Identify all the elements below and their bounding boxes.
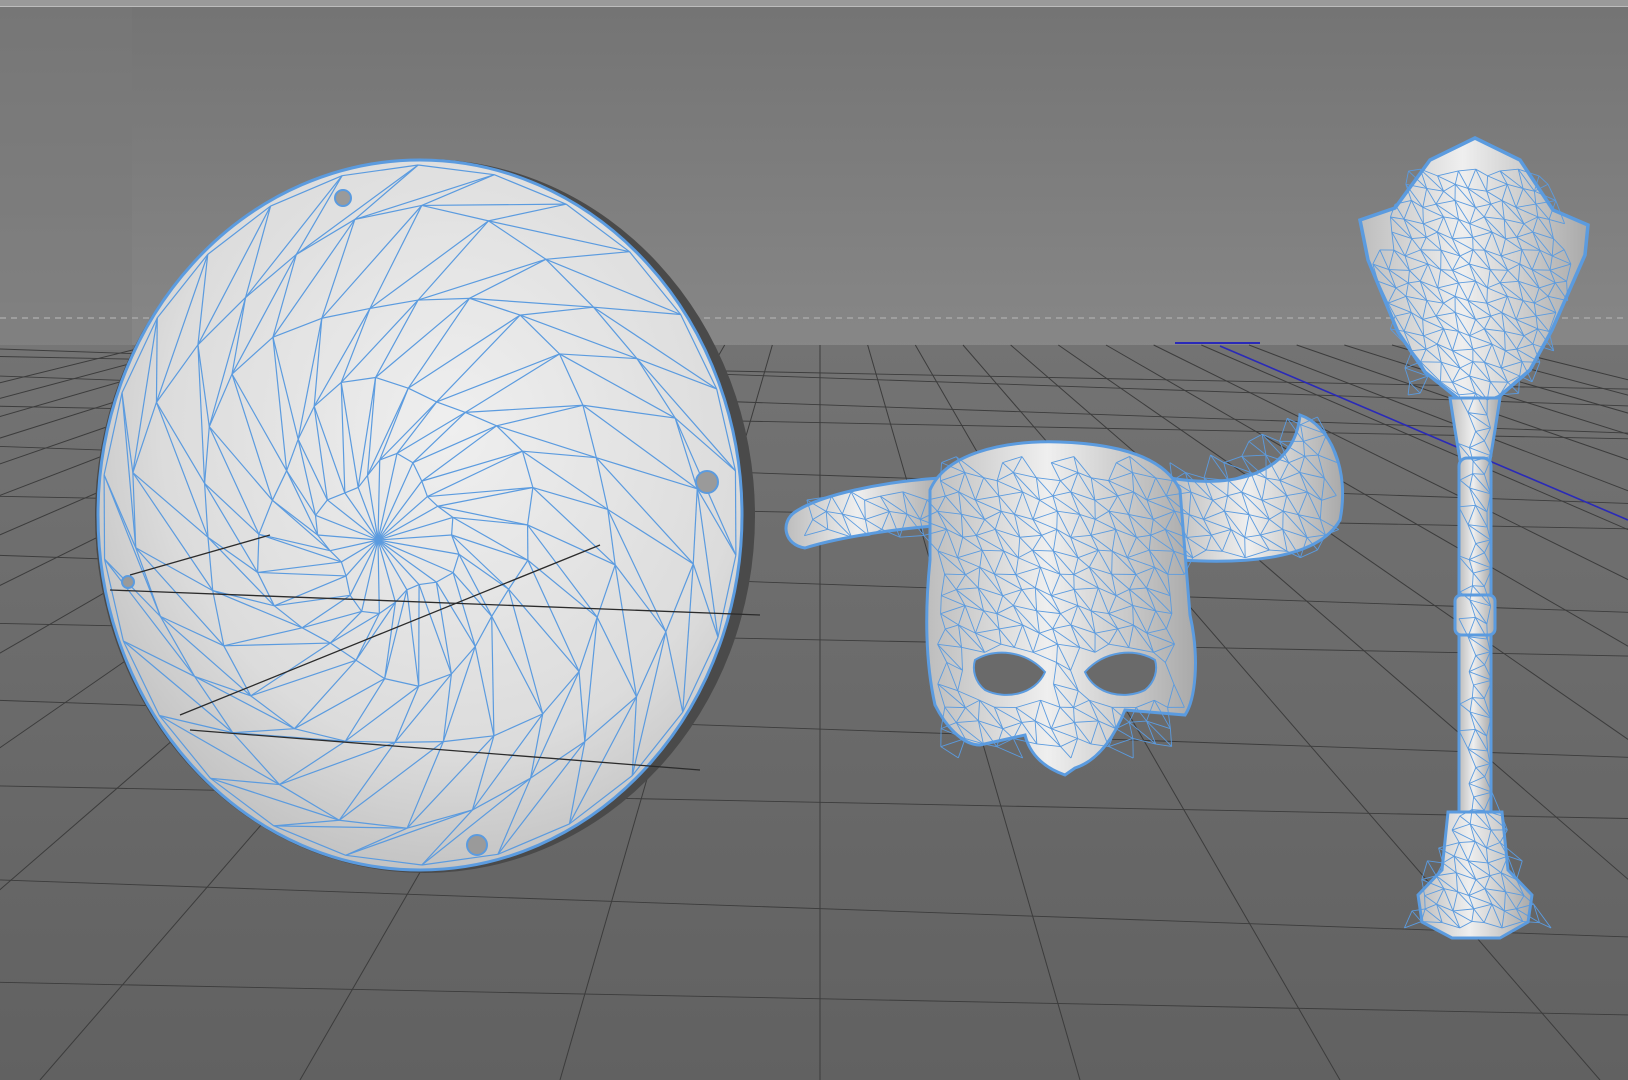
helmet-wire-edge — [944, 706, 966, 709]
shield-wire-edge — [394, 741, 444, 743]
mace-wire-edge — [1521, 249, 1540, 251]
mace-wire-edge — [1440, 381, 1453, 383]
3d-viewport[interactable] — [0, 0, 1628, 1080]
mace-wire-edge — [1490, 269, 1508, 271]
mace-wire-edge — [1522, 361, 1540, 363]
mace-wire-edge — [1486, 623, 1488, 640]
mace-wire-edge — [1424, 895, 1426, 909]
helmet-wire-edge — [982, 549, 1004, 552]
shield-surface — [96, 158, 744, 872]
mace-wire-edge — [1472, 361, 1485, 363]
helmet-wire-edge — [1244, 537, 1246, 558]
mace-wire-edge — [1486, 287, 1488, 304]
backdrop-left-panel — [0, 7, 132, 350]
mace-wire-edge — [1472, 473, 1485, 475]
helmet-wire-edge — [1111, 551, 1113, 575]
shield-wire-edge — [155, 317, 158, 403]
shield-object[interactable] — [95, 158, 761, 873]
viewport-canvas[interactable] — [0, 0, 1628, 1080]
helmet-wire-edge — [994, 573, 1016, 576]
helmet-wire-edge — [1056, 511, 1058, 530]
mace-wire-edge — [1422, 207, 1424, 224]
